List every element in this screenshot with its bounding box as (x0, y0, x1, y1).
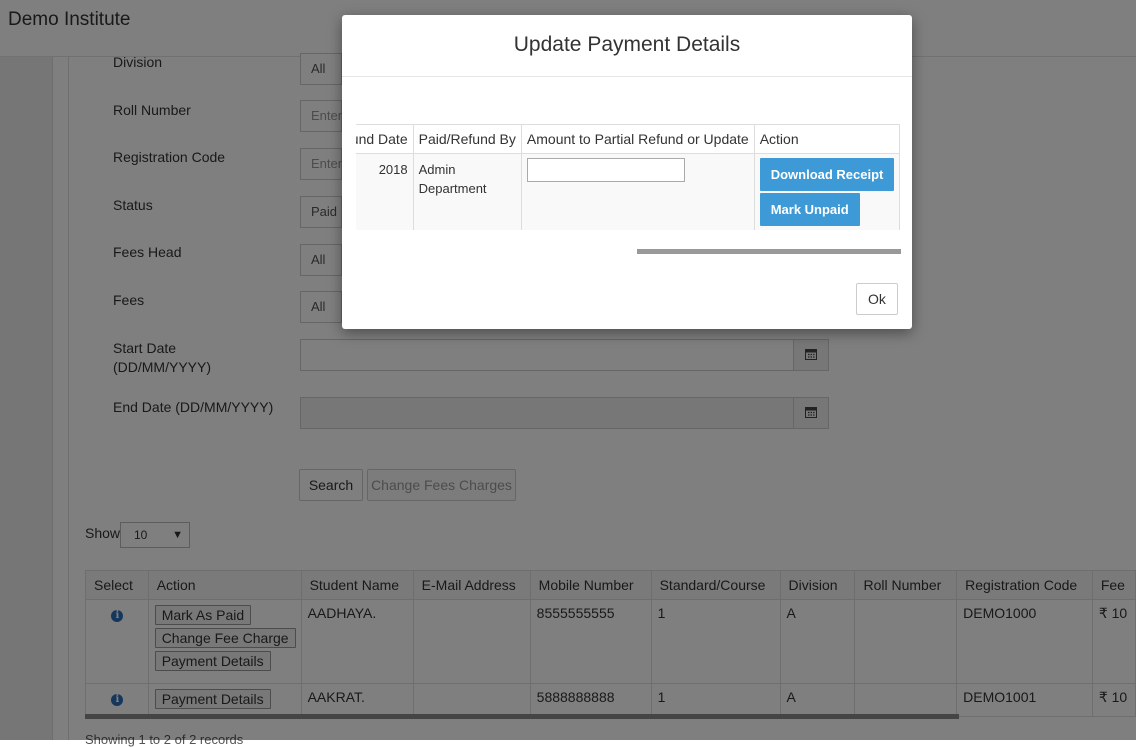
update-payment-modal: Update Payment Details Refund Date Paid/… (342, 15, 912, 329)
payment-row: 2018 Admin Department Download Receipt M… (356, 153, 901, 230)
paid-by-cell: Admin Department (412, 153, 522, 230)
col-action: Action (753, 124, 901, 154)
download-receipt-button[interactable]: Download Receipt (759, 158, 895, 191)
ok-button[interactable]: Ok (856, 283, 898, 315)
modal-divider (342, 76, 912, 77)
modal-table-scrollbar[interactable] (637, 249, 901, 254)
col-paid-refund-by: Paid/Refund By (412, 124, 522, 154)
refund-date-cell: 2018 (356, 153, 414, 230)
mark-unpaid-button[interactable]: Mark Unpaid (759, 193, 860, 226)
paid-by-line2: Department (418, 181, 487, 196)
col-amount: Amount to Partial Refund or Update (520, 124, 755, 154)
action-cell: Download Receipt Mark Unpaid (753, 153, 901, 230)
modal-title: Update Payment Details (513, 33, 741, 56)
amount-input[interactable] (526, 158, 685, 182)
payment-table-scroll-area[interactable]: Refund Date Paid/Refund By Amount to Par… (356, 124, 901, 230)
amount-cell (520, 153, 755, 230)
payment-details-table: Refund Date Paid/Refund By Amount to Par… (356, 124, 901, 230)
paid-by-line1: Admin (418, 162, 456, 177)
payment-table-header-row: Refund Date Paid/Refund By Amount to Par… (356, 124, 901, 154)
col-refund-date: Refund Date (356, 124, 414, 154)
